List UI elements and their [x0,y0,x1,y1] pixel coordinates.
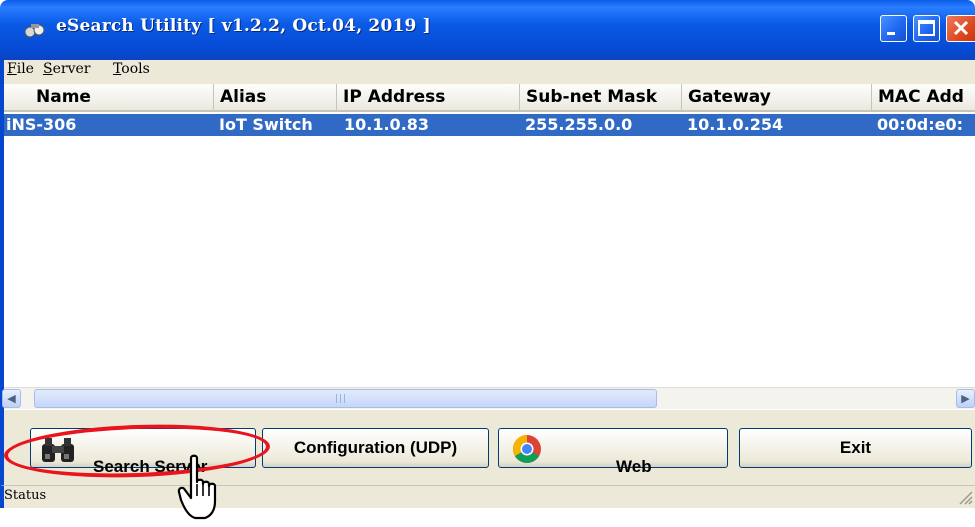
maximize-icon [918,20,935,36]
cell-name: iNS-306 [6,115,77,134]
cell-gateway: 10.1.0.254 [687,115,784,134]
table-row[interactable]: iNS-306 IoT Switch 10.1.0.83 255.255.0.0… [4,114,975,136]
menu-file[interactable]: File [7,61,34,77]
close-button[interactable] [946,15,975,42]
exit-label: Exit [839,438,872,457]
resize-grip-icon [959,491,973,505]
status-bar: Status [0,485,975,508]
column-subnet-mask[interactable]: Sub-net Mask [520,84,682,110]
web-button[interactable]: Web [498,428,728,476]
minimize-icon [887,32,895,35]
scroll-thumb[interactable]: ||| [34,389,657,408]
configuration-udp-button[interactable]: Configuration (UDP) [262,428,489,468]
scroll-left-button[interactable]: ◀ [2,389,21,408]
menu-tools[interactable]: Tools [113,61,150,77]
server-list[interactable]: Name Alias IP Address Sub-net Mask Gatew… [0,84,975,410]
menu-server[interactable]: Server [43,61,90,77]
chrome-icon [513,435,541,463]
horizontal-scrollbar[interactable]: ◀ ||| ▶ [2,387,975,409]
exit-button[interactable]: Exit [739,428,972,468]
configuration-udp-label: Configuration (UDP) [293,438,458,457]
window-title: eSearch Utility [ v1.2.2, Oct.04, 2019 ] [56,16,431,36]
web-label: Web [616,457,652,476]
maximize-button[interactable] [913,15,940,42]
cell-alias: IoT Switch [219,115,313,134]
binoculars-app-icon [24,24,45,38]
grip-icon: ||| [335,394,348,404]
cell-mac: 00:0d:e0: [877,115,964,134]
column-name[interactable]: Name [4,84,214,110]
title-bar[interactable]: eSearch Utility [ v1.2.2, Oct.04, 2019 ] [0,0,975,60]
hand-pointer-icon [177,454,217,520]
list-header: Name Alias IP Address Sub-net Mask Gatew… [4,84,975,112]
scroll-right-button[interactable]: ▶ [956,389,975,408]
minimize-button[interactable] [880,15,907,42]
menu-bar: File Server Tools [0,60,975,84]
column-alias[interactable]: Alias [214,84,337,110]
column-gateway[interactable]: Gateway [682,84,872,110]
status-text: Status [4,488,47,503]
column-mac-address[interactable]: MAC Add [872,84,975,110]
chevron-right-icon: ▶ [961,392,970,405]
close-icon [953,20,969,36]
cell-ip: 10.1.0.83 [344,115,430,134]
cell-mask: 255.255.0.0 [525,115,633,134]
column-ip-address[interactable]: IP Address [337,84,520,110]
chevron-left-icon: ◀ [7,392,16,405]
